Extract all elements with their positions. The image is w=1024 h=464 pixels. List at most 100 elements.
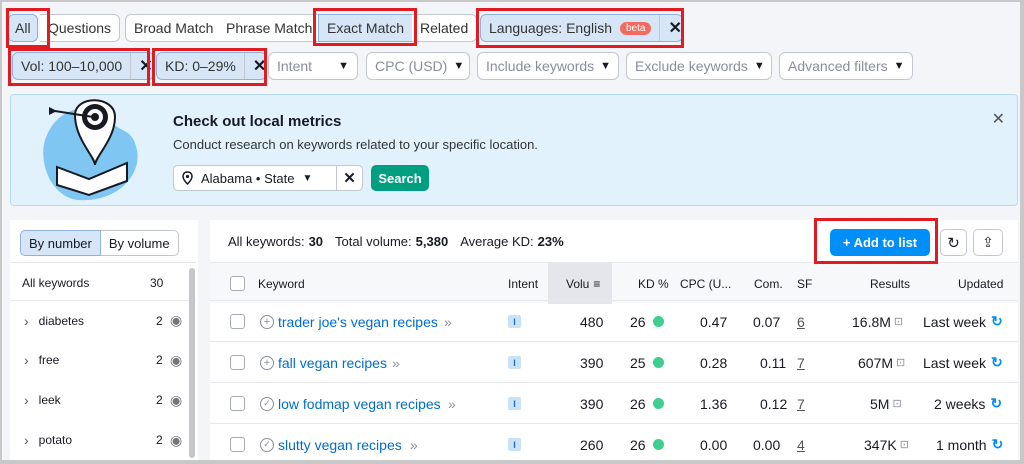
tab-phrase-match[interactable]: Phrase Match bbox=[218, 14, 322, 42]
chevron-down-icon: ▼ bbox=[338, 60, 349, 72]
sidebar-item-count: 2 bbox=[156, 393, 163, 407]
eye-icon[interactable]: ◉ bbox=[170, 392, 182, 409]
highlight-add-to-list bbox=[814, 218, 938, 264]
sidebar-item-diabetes[interactable]: › diabetes 2 ◉ bbox=[10, 300, 196, 340]
serp-preview-icon[interactable]: ⊡ bbox=[896, 356, 905, 369]
tab-related[interactable]: Related bbox=[412, 14, 478, 42]
kd-value: 25 bbox=[630, 342, 664, 383]
column-intent[interactable]: Intent bbox=[508, 263, 538, 304]
serp-arrow-icon[interactable]: » bbox=[448, 383, 456, 424]
highlight-exact-match bbox=[313, 8, 417, 46]
check-circle-icon[interactable]: ✓ bbox=[260, 424, 274, 460]
serp-arrow-icon[interactable]: » bbox=[392, 342, 400, 383]
chevron-right-icon: › bbox=[24, 352, 29, 368]
row-checkbox[interactable] bbox=[230, 424, 245, 460]
table-row: + fall vegan recipes » I 390 25 0.28 0.1… bbox=[210, 341, 1018, 382]
cpc-value: 0.00 bbox=[700, 436, 728, 453]
plus-circle-icon[interactable]: + bbox=[260, 301, 274, 342]
serp-preview-icon[interactable]: ⊡ bbox=[900, 438, 909, 451]
cpc-dropdown[interactable]: CPC (USD) ▼ bbox=[366, 52, 470, 80]
keyword-link[interactable]: fall vegan recipes bbox=[278, 342, 387, 383]
by-volume-toggle[interactable]: By volume bbox=[100, 230, 179, 256]
eye-icon[interactable]: ◉ bbox=[170, 352, 182, 369]
all-keywords-group[interactable]: All keywords 30 bbox=[10, 262, 196, 302]
sort-icon: ≡ bbox=[593, 276, 601, 291]
intent-badge-label: I bbox=[508, 397, 521, 410]
advanced-filters-dropdown[interactable]: Advanced filters ▼ bbox=[779, 52, 913, 80]
intent-badge: I bbox=[508, 383, 521, 424]
row-checkbox[interactable] bbox=[230, 383, 245, 424]
clear-location-icon[interactable]: ✕ bbox=[336, 166, 362, 190]
sidebar-item-label: diabetes bbox=[38, 313, 85, 328]
keyword-link[interactable]: slutty vegan recipes bbox=[278, 424, 402, 460]
serp-features-value[interactable]: 7 bbox=[797, 342, 805, 383]
table-row: ✓ low fodmap vegan recipes » I 390 26 1.… bbox=[210, 382, 1018, 423]
sidebar-scrollbar[interactable] bbox=[189, 268, 195, 458]
plus-circle-icon[interactable]: + bbox=[260, 342, 274, 383]
search-button[interactable]: Search bbox=[371, 165, 429, 191]
intent-label: Intent bbox=[277, 58, 313, 74]
sidebar-item-label: free bbox=[38, 353, 60, 367]
map-pin-icon bbox=[182, 171, 193, 185]
select-all-checkbox[interactable] bbox=[230, 263, 245, 304]
serp-arrow-icon[interactable]: » bbox=[444, 301, 452, 342]
column-cpc[interactable]: CPC (U... bbox=[680, 263, 731, 304]
refresh-icon[interactable]: ↻ bbox=[940, 229, 967, 256]
column-competition[interactable]: Com. bbox=[754, 263, 783, 304]
sidebar-item-count: 2 bbox=[156, 353, 163, 367]
column-kd[interactable]: KD % bbox=[638, 263, 669, 304]
kd-value: 26 bbox=[630, 383, 664, 424]
chevron-right-icon: › bbox=[24, 312, 29, 329]
chevron-down-icon: ▼ bbox=[600, 60, 612, 72]
serp-arrow-icon[interactable]: » bbox=[410, 424, 418, 460]
cpc-value: 1.36 bbox=[700, 395, 728, 412]
cpc-value: 0.28 bbox=[700, 354, 728, 371]
row-checkbox[interactable] bbox=[230, 301, 245, 342]
serp-preview-icon[interactable]: ⊡ bbox=[894, 315, 903, 328]
export-icon[interactable]: ⇪ bbox=[973, 229, 1003, 256]
intent-badge-label: I bbox=[508, 315, 521, 328]
location-select[interactable]: Alabama • State ▼ ✕ bbox=[173, 165, 363, 191]
column-keyword[interactable]: Keyword bbox=[258, 263, 305, 304]
intent-dropdown[interactable]: Intent ▼ bbox=[268, 52, 358, 80]
volume-value: 390 bbox=[580, 354, 604, 371]
column-volume[interactable]: Volu ≡ bbox=[548, 263, 612, 304]
refresh-icon[interactable]: ↻ bbox=[992, 436, 1004, 453]
table-row: + trader joe's vegan recipes » I 480 26 … bbox=[210, 300, 1018, 341]
results-value: 347K ⊡ bbox=[864, 424, 909, 460]
volume-value: 260 bbox=[580, 436, 604, 453]
keyword-link[interactable]: trader joe's vegan recipes bbox=[278, 301, 438, 342]
serp-preview-icon[interactable]: ⊡ bbox=[892, 397, 901, 410]
include-keywords-dropdown[interactable]: Include keywords ▼ bbox=[477, 52, 619, 80]
sidebar-item-count: 2 bbox=[156, 433, 163, 447]
refresh-icon[interactable]: ↻ bbox=[991, 354, 1003, 371]
refresh-icon[interactable]: ↻ bbox=[991, 313, 1003, 330]
eye-icon[interactable]: ◉ bbox=[170, 432, 182, 449]
row-checkbox[interactable] bbox=[230, 342, 245, 383]
serp-features-value[interactable]: 6 bbox=[797, 301, 805, 342]
close-icon[interactable]: ✕ bbox=[992, 109, 1005, 129]
check-circle-icon[interactable]: ✓ bbox=[260, 383, 274, 424]
by-number-toggle[interactable]: By number bbox=[20, 230, 101, 256]
tab-broad-match[interactable]: Broad Match bbox=[125, 14, 223, 42]
highlight-language bbox=[476, 8, 684, 48]
tab-questions[interactable]: Questions bbox=[40, 14, 121, 42]
column-updated[interactable]: Updated bbox=[958, 263, 1003, 304]
sidebar-item-potato[interactable]: › potato 2 ◉ bbox=[10, 420, 196, 460]
column-serp-features[interactable]: SF bbox=[797, 263, 812, 304]
refresh-icon[interactable]: ↻ bbox=[990, 395, 1002, 412]
kd-number: 26 bbox=[630, 313, 646, 330]
group-view-toggle: By number By volume bbox=[20, 230, 179, 256]
intent-badge: I bbox=[508, 424, 521, 460]
kd-indicator-dot bbox=[652, 357, 664, 368]
sidebar-item-free[interactable]: › free 2 ◉ bbox=[10, 340, 196, 380]
sidebar-item-leek[interactable]: › leek 2 ◉ bbox=[10, 380, 196, 420]
serp-features-value[interactable]: 7 bbox=[797, 383, 805, 424]
exclude-keywords-dropdown[interactable]: Exclude keywords ▼ bbox=[626, 52, 772, 80]
serp-features-value[interactable]: 4 bbox=[797, 424, 805, 460]
updated-text: Last week bbox=[923, 354, 987, 371]
column-results[interactable]: Results bbox=[870, 263, 910, 304]
updated-text: Last week bbox=[923, 313, 987, 330]
eye-icon[interactable]: ◉ bbox=[170, 312, 182, 329]
keyword-link[interactable]: low fodmap vegan recipes bbox=[278, 383, 441, 424]
